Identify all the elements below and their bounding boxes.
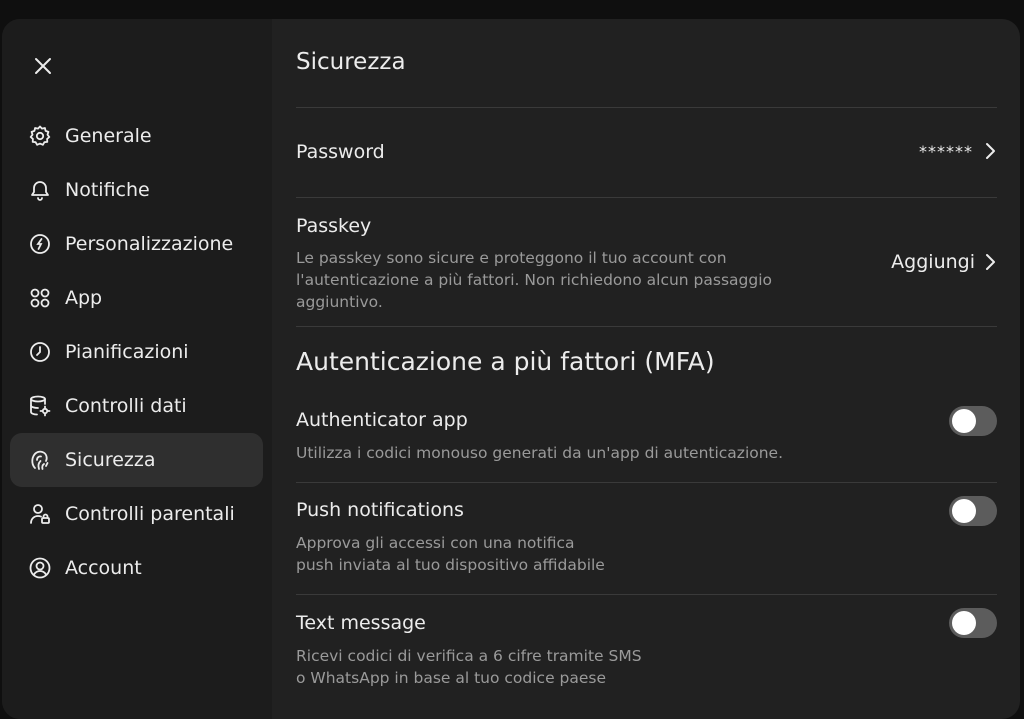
sidebar-item-personalizzazione[interactable]: Personalizzazione [10,217,263,271]
password-label: Password [296,141,385,163]
passkey-description-line-3: aggiuntivo. [296,293,383,311]
sidebar-item-controlli-dati[interactable]: Controlli dati [10,379,263,433]
add-passkey-button[interactable]: Aggiungi [891,251,997,273]
sms-toggle[interactable] [949,608,997,638]
apps-grid-icon [27,285,53,311]
close-icon [33,56,53,76]
push-description-line-1: Approva gli accessi con una notifica [296,534,575,552]
sidebar-item-label: App [65,287,103,309]
settings-sidebar: Generale Notifiche Personalizzazione App… [2,19,272,719]
passkey-description-line-1: Le passkey sono sicure e proteggono il t… [296,249,727,267]
authenticator-label: Authenticator app [296,409,468,431]
mfa-section-title: Autenticazione a più fattori (MFA) [296,347,715,376]
security-icon [27,447,53,473]
divider [296,482,997,483]
push-toggle[interactable] [949,496,997,526]
toggle-knob [952,499,976,523]
close-button[interactable] [28,51,58,81]
sidebar-item-label: Generale [65,125,152,147]
sidebar-item-app[interactable]: App [10,271,263,325]
push-label: Push notifications [296,499,464,521]
sidebar-item-notifiche[interactable]: Notifiche [10,163,263,217]
parent-lock-icon [27,501,53,527]
push-description-line-2: push inviata al tuo dispositivo affidabi… [296,556,605,574]
sidebar-item-controlli-parentali[interactable]: Controlli parentali [10,487,263,541]
user-circle-icon [27,555,53,581]
sms-label: Text message [296,612,426,634]
sidebar-nav: Generale Notifiche Personalizzazione App… [10,109,263,595]
authenticator-toggle[interactable] [949,406,997,436]
personalization-icon [27,231,53,257]
sidebar-item-label: Notifiche [65,179,150,201]
password-mask: ****** [919,141,973,161]
sidebar-item-label: Personalizzazione [65,233,234,255]
password-action[interactable]: ****** [919,141,997,161]
divider [296,326,997,327]
database-gear-icon [27,393,53,419]
divider [296,594,997,595]
sidebar-item-label: Account [65,557,142,579]
sidebar-item-sicurezza[interactable]: Sicurezza [10,433,263,487]
sidebar-item-label: Pianificazioni [65,341,189,363]
sidebar-item-account[interactable]: Account [10,541,263,595]
divider [296,197,997,198]
settings-main: Sicurezza Password ****** Passkey Le pas… [272,19,1020,719]
toggle-knob [952,611,976,635]
chevron-right-icon [985,141,997,161]
sidebar-item-generale[interactable]: Generale [10,109,263,163]
sidebar-item-label: Controlli parentali [65,503,235,525]
authenticator-description: Utilizza i codici monouso generati da un… [296,444,784,462]
sms-description-line-2: o WhatsApp in base al tuo codice paese [296,669,607,687]
passkey-label: Passkey [296,215,372,237]
chevron-right-icon [985,252,997,272]
sidebar-item-label: Controlli dati [65,395,187,417]
sms-description-line-1: Ricevi codici di verifica a 6 cifre tram… [296,647,642,665]
divider [296,107,997,108]
passkey-description-line-2: l'autenticazione a più fattori. Non rich… [296,271,772,289]
gear-icon [27,123,53,149]
toggle-knob [952,409,976,433]
sidebar-item-pianificazioni[interactable]: Pianificazioni [10,325,263,379]
page-title: Sicurezza [296,49,406,75]
bell-icon [27,177,53,203]
settings-modal: Generale Notifiche Personalizzazione App… [2,19,1020,719]
sidebar-item-label: Sicurezza [65,449,156,471]
clock-icon [27,339,53,365]
add-passkey-label: Aggiungi [891,251,975,273]
